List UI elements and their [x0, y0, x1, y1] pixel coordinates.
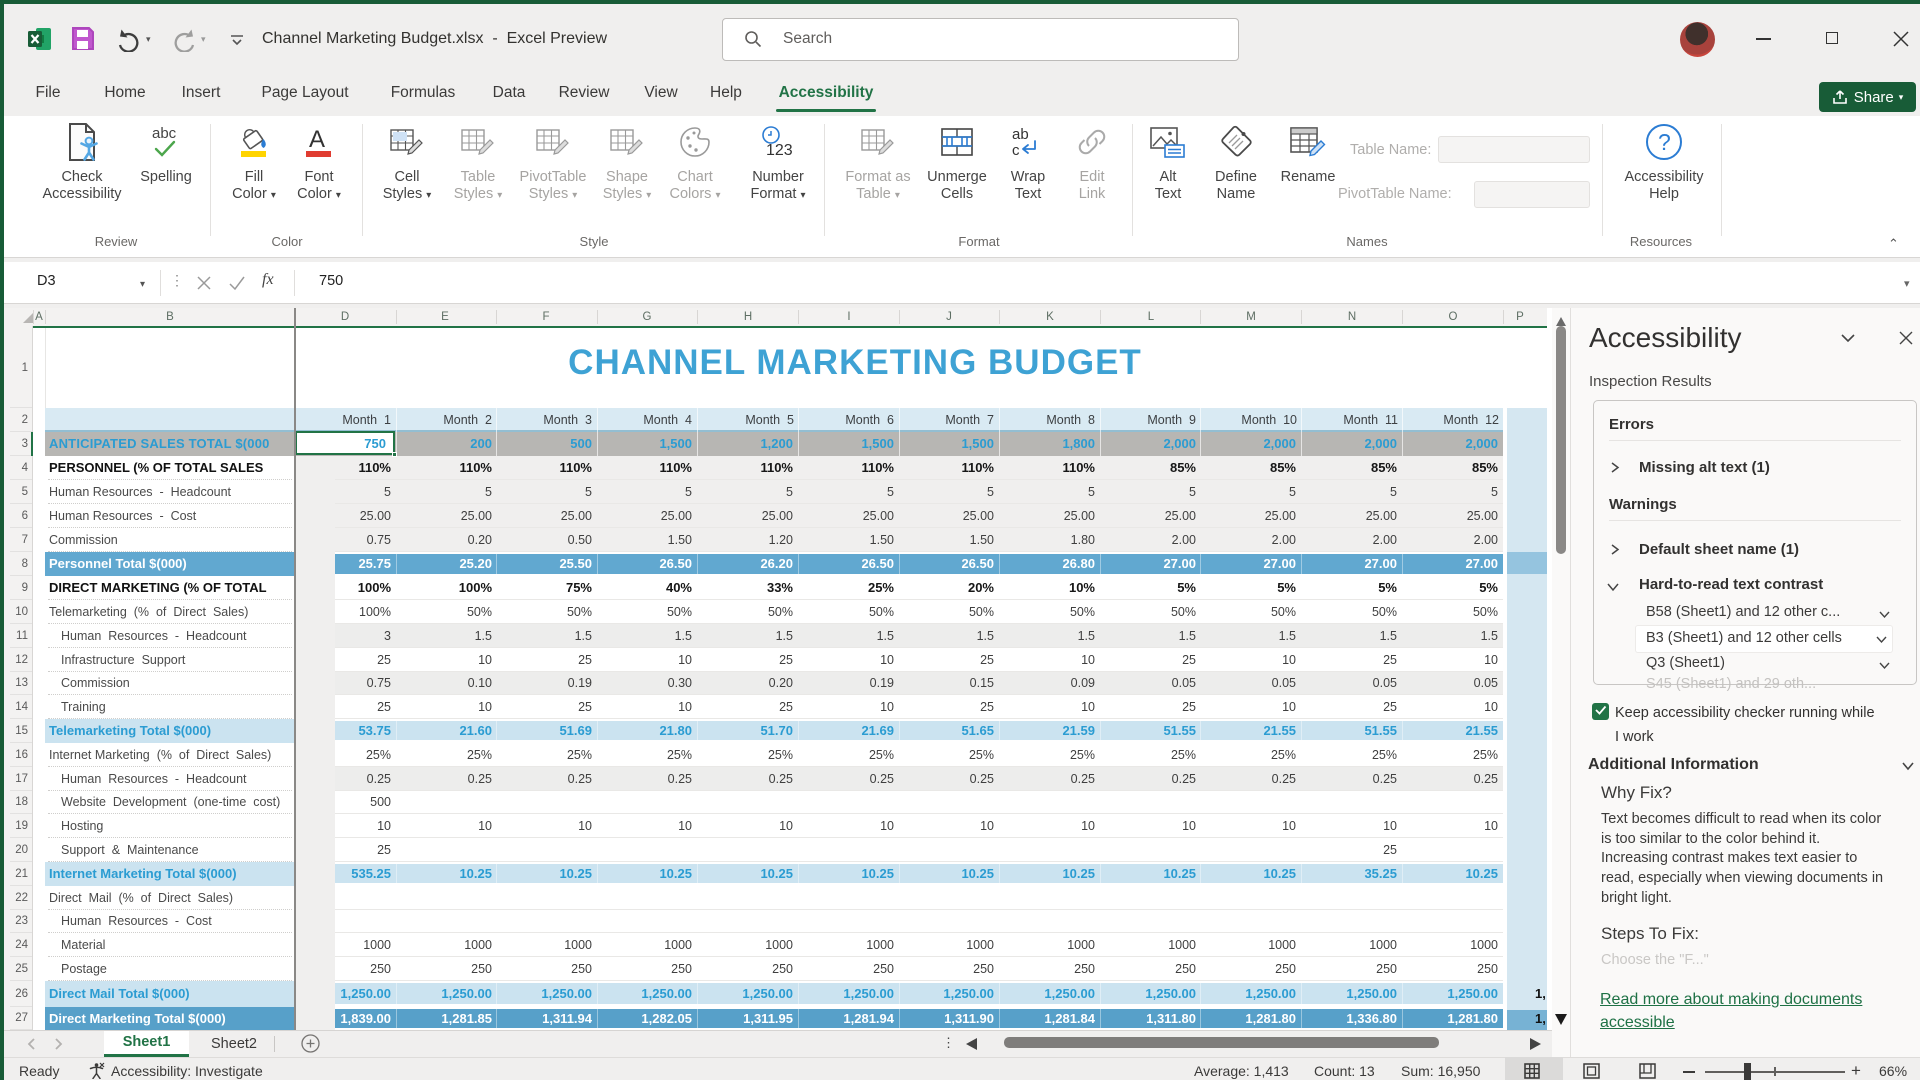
svg-text:?: ?	[1658, 129, 1671, 155]
